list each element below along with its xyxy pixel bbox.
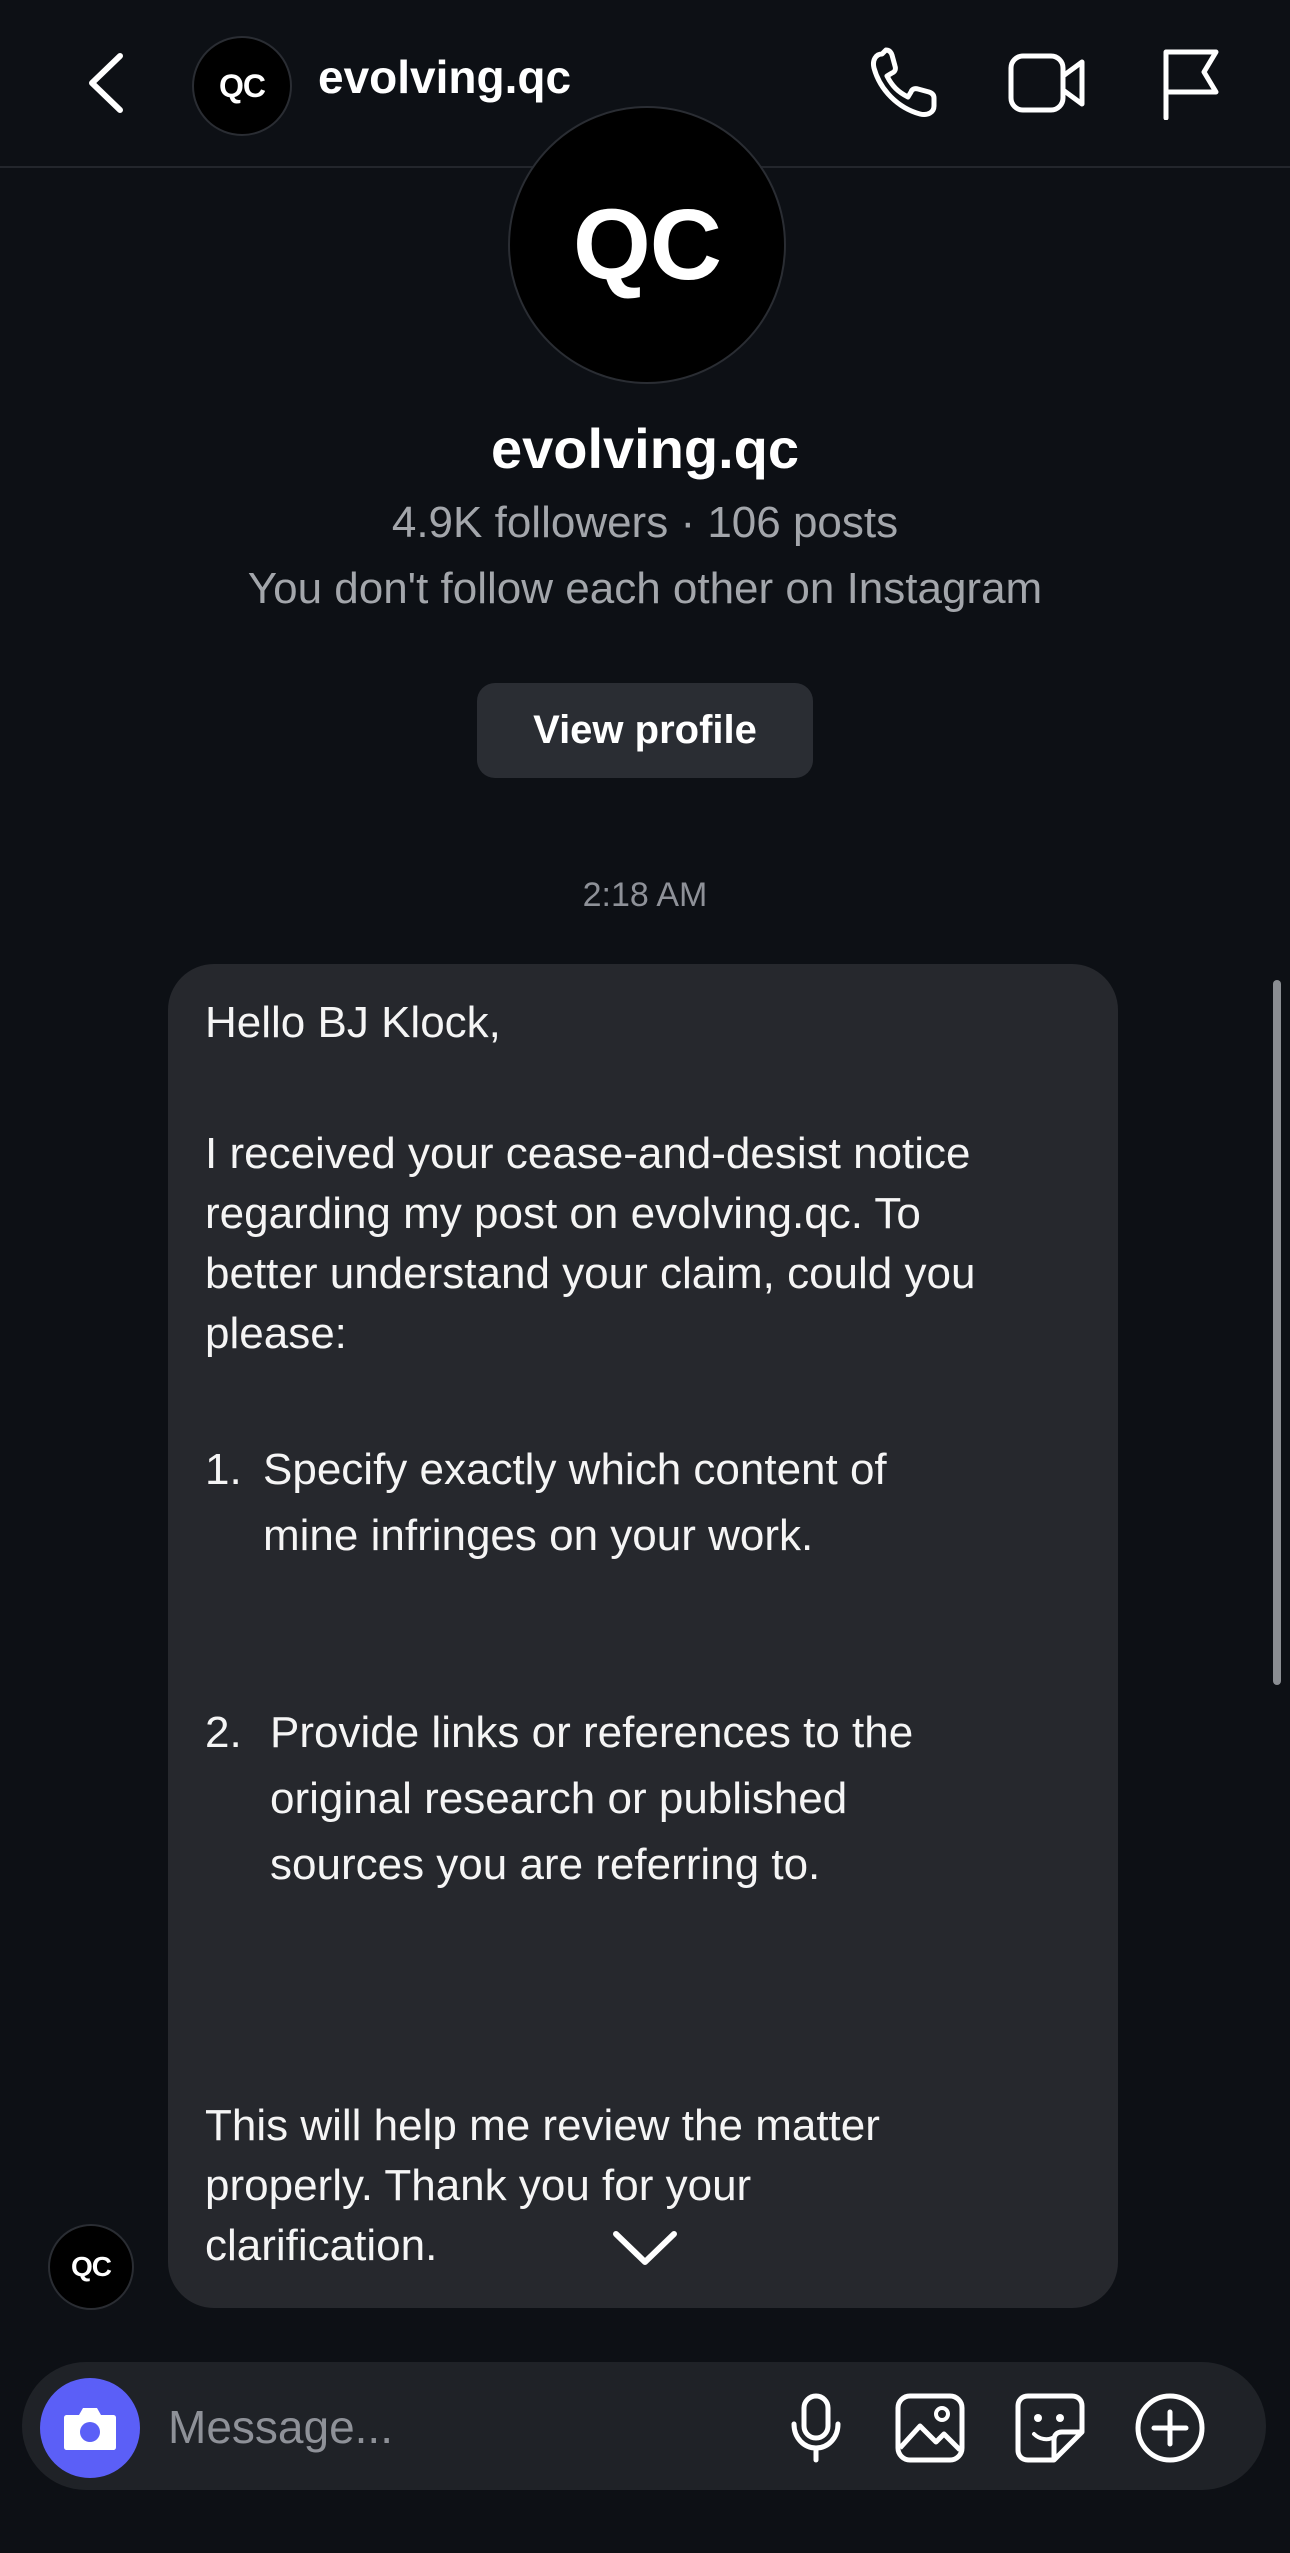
plus-icon[interactable] <box>1134 2392 1206 2464</box>
view-profile-button[interactable]: View profile <box>477 683 813 778</box>
camera-icon <box>61 2403 119 2453</box>
message-timestamp: 2:18 AM <box>582 876 708 914</box>
phone-icon[interactable] <box>866 46 942 122</box>
profile-stats: 4.9K followers · 106 posts <box>391 498 899 547</box>
list-number: 1. <box>205 1445 242 1494</box>
message-intro-line: regarding my post on evolving.qc. To <box>205 1189 921 1238</box>
list-item-line: mine infringes on your work. <box>263 1511 814 1560</box>
list-item-line: original research or published <box>270 1774 848 1823</box>
gallery-icon[interactable] <box>894 2392 966 2464</box>
message-closing-line: properly. Thank you for your <box>205 2161 752 2210</box>
header-username[interactable]: evolving.qc <box>318 50 571 104</box>
list-number: 2. <box>205 1708 242 1757</box>
header-avatar[interactable]: QC <box>192 36 292 136</box>
message-intro-line: I received your cease-and-desist notice <box>205 1129 971 1178</box>
message-greeting: Hello BJ Klock, <box>205 998 501 1047</box>
camera-button[interactable] <box>40 2378 140 2478</box>
microphone-icon[interactable] <box>786 2392 846 2464</box>
flag-icon[interactable] <box>1160 46 1222 120</box>
message-closing-line: This will help me review the matter <box>205 2101 880 2150</box>
message-input[interactable]: Message... <box>168 2400 393 2454</box>
profile-relation: You don't follow each other on Instagram <box>247 564 1043 613</box>
list-item-line: sources you are referring to. <box>270 1840 821 1889</box>
video-icon[interactable] <box>1008 50 1086 116</box>
profile-avatar[interactable]: QC <box>508 106 786 384</box>
scrollbar[interactable] <box>1273 980 1281 1685</box>
sender-avatar[interactable]: QC <box>48 2224 134 2310</box>
chevron-down-icon[interactable] <box>610 2226 680 2270</box>
profile-name: evolving.qc <box>490 417 800 480</box>
list-item-line: Specify exactly which content of <box>263 1445 887 1494</box>
message-closing-line: clarification. <box>205 2221 438 2270</box>
list-item-line: Provide links or references to the <box>270 1708 914 1757</box>
sticker-icon[interactable] <box>1014 2392 1086 2464</box>
message-intro-line: please: <box>205 1309 347 1358</box>
back-icon[interactable] <box>80 48 132 118</box>
message-intro-line: better understand your claim, could you <box>205 1249 976 1298</box>
